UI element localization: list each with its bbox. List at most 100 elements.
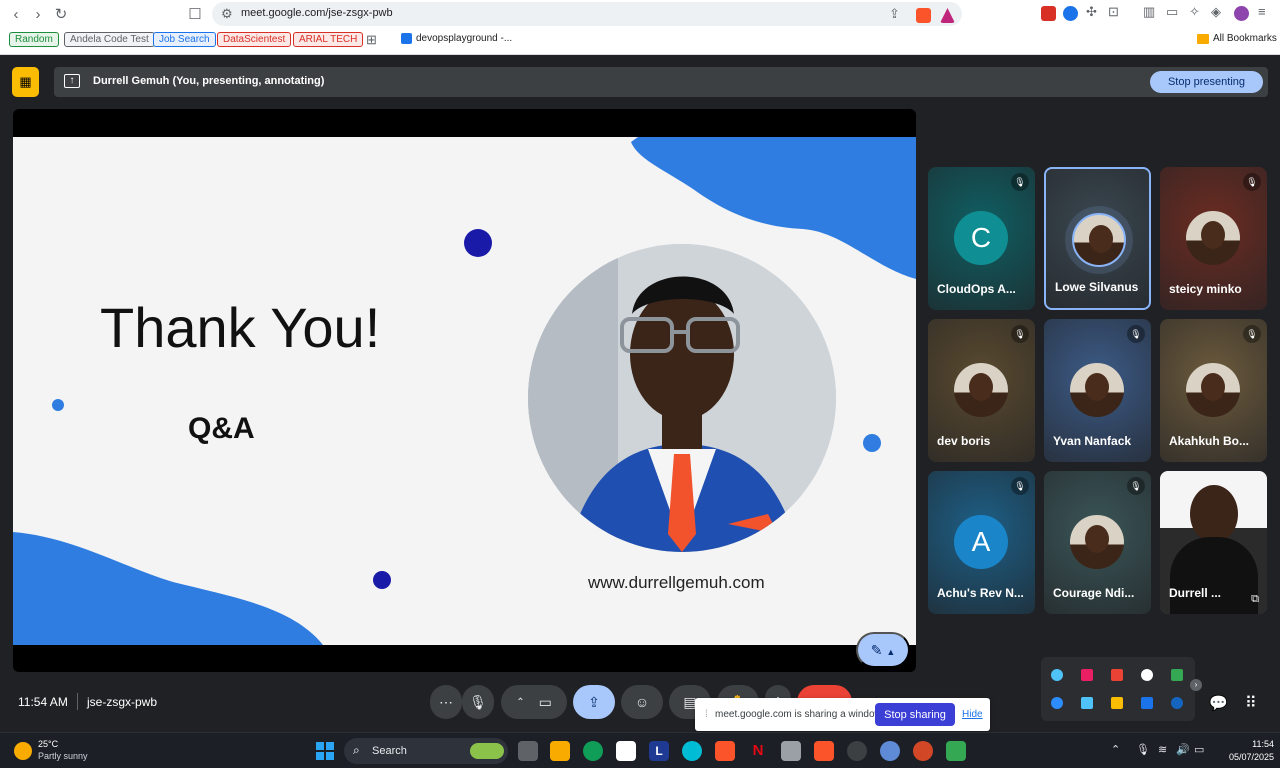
- more-options-button[interactable]: ⋯: [430, 685, 462, 719]
- camtasia-taskbar-icon[interactable]: [946, 741, 966, 761]
- wallet-icon[interactable]: ▭: [1166, 4, 1178, 20]
- participant-tile[interactable]: 🎙 dev boris: [928, 319, 1035, 462]
- bookmark-item[interactable]: Job Search: [153, 32, 216, 47]
- activities-grid-icon[interactable]: ⠿: [1245, 693, 1257, 713]
- collapse-chevron-icon[interactable]: ›: [1190, 679, 1202, 691]
- avatar: [1070, 515, 1124, 569]
- onedrive-icon[interactable]: [1051, 669, 1063, 681]
- tray-chevron-icon[interactable]: ⌃: [1111, 743, 1120, 756]
- netflix-icon[interactable]: N: [748, 741, 768, 761]
- mic-tray-icon[interactable]: 🎙: [1136, 743, 1150, 756]
- all-bookmarks[interactable]: All Bookmarks: [1197, 33, 1277, 44]
- avatar: [1070, 363, 1124, 417]
- browser-chrome: ‹ › ↻ ☐ ⚙ meet.google.com/jse-zsgx-pwb ⇪…: [0, 0, 1280, 55]
- forward-icon[interactable]: ›: [28, 4, 48, 24]
- vpn-shield-icon[interactable]: ◈: [1211, 4, 1221, 20]
- letter-app-icon[interactable]: L: [649, 741, 669, 761]
- present-screen-button[interactable]: ⇪: [573, 685, 615, 719]
- drag-handle-icon[interactable]: ⁞: [705, 709, 708, 720]
- extensions-puzzle-icon[interactable]: ✣: [1086, 4, 1097, 20]
- reactions-button[interactable]: ☺: [621, 685, 663, 719]
- dot-top: [464, 229, 492, 257]
- taskbar-date[interactable]: 05/07/2025: [1217, 752, 1274, 762]
- picture-in-picture-icon[interactable]: ⧉: [1251, 593, 1259, 606]
- taskbar-clock[interactable]: 11:54: [1244, 739, 1274, 749]
- volume-icon[interactable]: 🔊: [1176, 743, 1190, 756]
- site-settings-icon[interactable]: ⚙: [221, 6, 233, 22]
- address-bar[interactable]: ⚙ meet.google.com/jse-zsgx-pwb ⇪: [212, 2, 962, 26]
- camtasia-icon[interactable]: [1171, 669, 1183, 681]
- weather-sun-icon[interactable]: [14, 742, 32, 760]
- hide-banner-link[interactable]: Hide: [962, 709, 983, 720]
- presenting-status: Durrell Gemuh (You, presenting, annotati…: [93, 75, 325, 87]
- brave-icon[interactable]: [715, 741, 735, 761]
- task-view-icon[interactable]: [518, 741, 538, 761]
- clock-app-icon[interactable]: [1141, 669, 1153, 681]
- zoom-icon[interactable]: [1051, 697, 1063, 709]
- settings-icon[interactable]: [880, 741, 900, 761]
- paint-icon[interactable]: [1111, 697, 1123, 709]
- copilot-icon[interactable]: [1081, 669, 1093, 681]
- profile-avatar-icon[interactable]: [1234, 6, 1249, 21]
- avatar: C: [954, 211, 1008, 265]
- participant-tile[interactable]: 🎙 Courage Ndi...: [1044, 471, 1151, 614]
- folder-app-icon[interactable]: [781, 741, 801, 761]
- battery-icon[interactable]: ▭: [1194, 743, 1204, 756]
- obs-icon[interactable]: [847, 741, 867, 761]
- participant-tile[interactable]: Lowe Silvanus: [1044, 167, 1151, 310]
- alexa-icon[interactable]: [682, 741, 702, 761]
- back-icon[interactable]: ‹: [6, 4, 26, 24]
- participant-tile[interactable]: 🎙 C CloudOps A...: [928, 167, 1035, 310]
- participant-name: dev boris: [937, 434, 991, 448]
- recorder-icon[interactable]: [1111, 669, 1123, 681]
- windows-start-icon[interactable]: [316, 742, 334, 760]
- extension-skype-icon[interactable]: [1063, 6, 1078, 21]
- camera-button[interactable]: ⌃ ▭: [501, 685, 567, 719]
- leo-ai-icon[interactable]: ✧: [1189, 4, 1200, 20]
- brave-shields-icon[interactable]: [916, 8, 931, 23]
- system-tray-overflow: [1041, 657, 1195, 721]
- bookmark-item[interactable]: ARIAL TECH: [293, 32, 364, 47]
- url-text: meet.google.com/jse-zsgx-pwb: [241, 7, 393, 19]
- annotation-tools-button[interactable]: ✎ ▲: [856, 632, 910, 668]
- sidebar-icon[interactable]: ▥: [1143, 4, 1155, 20]
- microphone-button[interactable]: 🎙: [462, 685, 494, 719]
- screenshot-icon[interactable]: ⊡: [1108, 4, 1119, 20]
- presentation-off-icon[interactable]: ▦: [12, 67, 39, 97]
- bluetooth-icon[interactable]: [1171, 697, 1183, 709]
- bottom-left-wave: [13, 532, 323, 645]
- muted-mic-icon: 🎙: [1127, 325, 1145, 343]
- stop-presenting-button[interactable]: Stop presenting: [1150, 71, 1263, 93]
- muted-mic-icon: 🎙: [1011, 325, 1029, 343]
- chat-icon[interactable]: 💬: [1209, 694, 1228, 712]
- cloud-icon[interactable]: [1081, 697, 1093, 709]
- brave-beta-icon[interactable]: [814, 741, 834, 761]
- bookmark-label: devopsplayground -...: [416, 33, 513, 44]
- bookmark-star-icon[interactable]: ☐: [185, 4, 205, 24]
- store-icon[interactable]: [616, 741, 636, 761]
- participant-tile[interactable]: 🎙 Yvan Nanfack: [1044, 319, 1151, 462]
- participant-tile[interactable]: 🎙 steicy minko: [1160, 167, 1267, 310]
- brave-rewards-icon[interactable]: [940, 8, 955, 23]
- participant-tile[interactable]: ⧉ Durrell ...: [1160, 471, 1267, 614]
- apps-grid-icon[interactable]: ⊞: [366, 32, 377, 48]
- bookmark-item[interactable]: Random: [9, 32, 59, 47]
- bookmark-item[interactable]: Andela Code Test: [64, 32, 155, 47]
- file-explorer-icon[interactable]: [550, 741, 570, 761]
- bookmark-devopsplayground[interactable]: devopsplayground -...: [401, 33, 512, 44]
- powerpoint-icon[interactable]: [913, 741, 933, 761]
- share-page-icon[interactable]: ⇪: [889, 6, 900, 22]
- participant-tile[interactable]: 🎙 A Achu's Rev N...: [928, 471, 1035, 614]
- wifi-icon[interactable]: ≋: [1158, 743, 1167, 756]
- defender-icon[interactable]: [1141, 697, 1153, 709]
- muted-mic-icon: 🎙: [1011, 173, 1029, 191]
- bookmark-item[interactable]: DataScientest: [217, 32, 292, 47]
- more-dots-icon: ⋯: [439, 693, 453, 710]
- participant-tile[interactable]: 🎙 Akahkuh Bo...: [1160, 319, 1267, 462]
- reload-icon[interactable]: ↻: [51, 4, 71, 24]
- edge-icon[interactable]: [583, 741, 603, 761]
- extension-badge-icon[interactable]: [1041, 6, 1056, 21]
- menu-icon[interactable]: ≡: [1258, 4, 1266, 19]
- stop-sharing-button[interactable]: Stop sharing: [875, 703, 955, 726]
- taskbar-search[interactable]: ⌕ Search: [344, 738, 508, 764]
